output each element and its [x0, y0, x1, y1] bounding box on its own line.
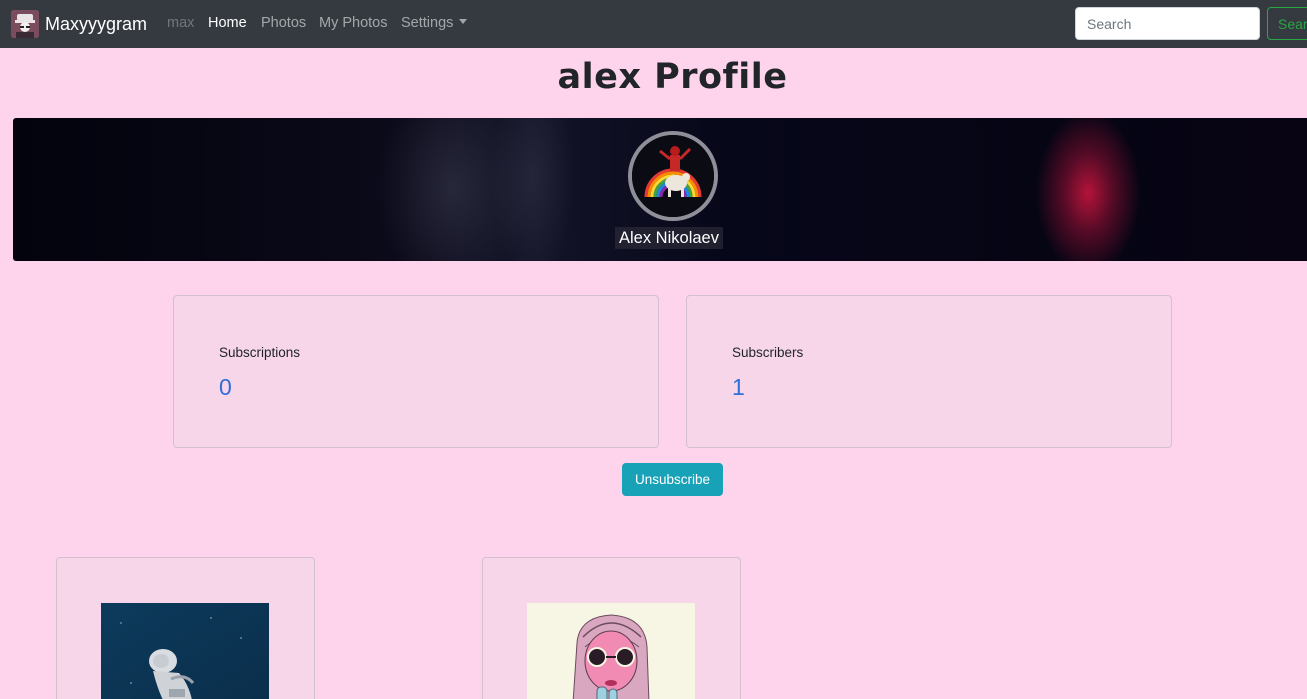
nav-settings-dropdown[interactable]: Settings [401, 15, 468, 31]
current-username: max [167, 15, 195, 31]
subscribers-label: Subscribers [732, 345, 804, 360]
nav-home[interactable]: Home [208, 15, 247, 31]
brand-name: Maxyyygram [45, 13, 148, 34]
nav-photos[interactable]: Photos [261, 15, 306, 31]
profile-banner: Alex Nikolaev [13, 118, 1307, 261]
subscriptions-count[interactable]: 0 [219, 374, 232, 401]
nav-my-photos[interactable]: My Photos [319, 15, 388, 31]
subscriptions-label: Subscriptions [219, 345, 301, 360]
brand-link[interactable]: Maxyyygram [11, 10, 147, 38]
unsubscribe-button[interactable]: Unsubscribe [622, 463, 723, 496]
avatar[interactable] [628, 131, 718, 221]
photo-card [56, 557, 315, 699]
profile-full-name: Alex Nikolaev [615, 227, 723, 249]
photo-girl-sunglasses[interactable] [527, 603, 695, 699]
navbar: Maxyyygram max Home Photos My Photos Set… [0, 0, 1307, 48]
subscribers-count[interactable]: 1 [732, 374, 745, 401]
app-logo-icon [11, 10, 39, 38]
search-input[interactable] [1075, 7, 1260, 40]
nav-settings-label: Settings [401, 15, 454, 31]
page-title: alex Profile [557, 57, 788, 97]
photo-astronaut[interactable] [101, 603, 269, 699]
caret-down-icon [459, 19, 468, 24]
subscribers-card: Subscribers 1 [686, 295, 1172, 448]
subscriptions-card: Subscriptions 0 [173, 295, 659, 448]
search-button[interactable]: Sear [1267, 7, 1307, 40]
photo-card [482, 557, 741, 699]
